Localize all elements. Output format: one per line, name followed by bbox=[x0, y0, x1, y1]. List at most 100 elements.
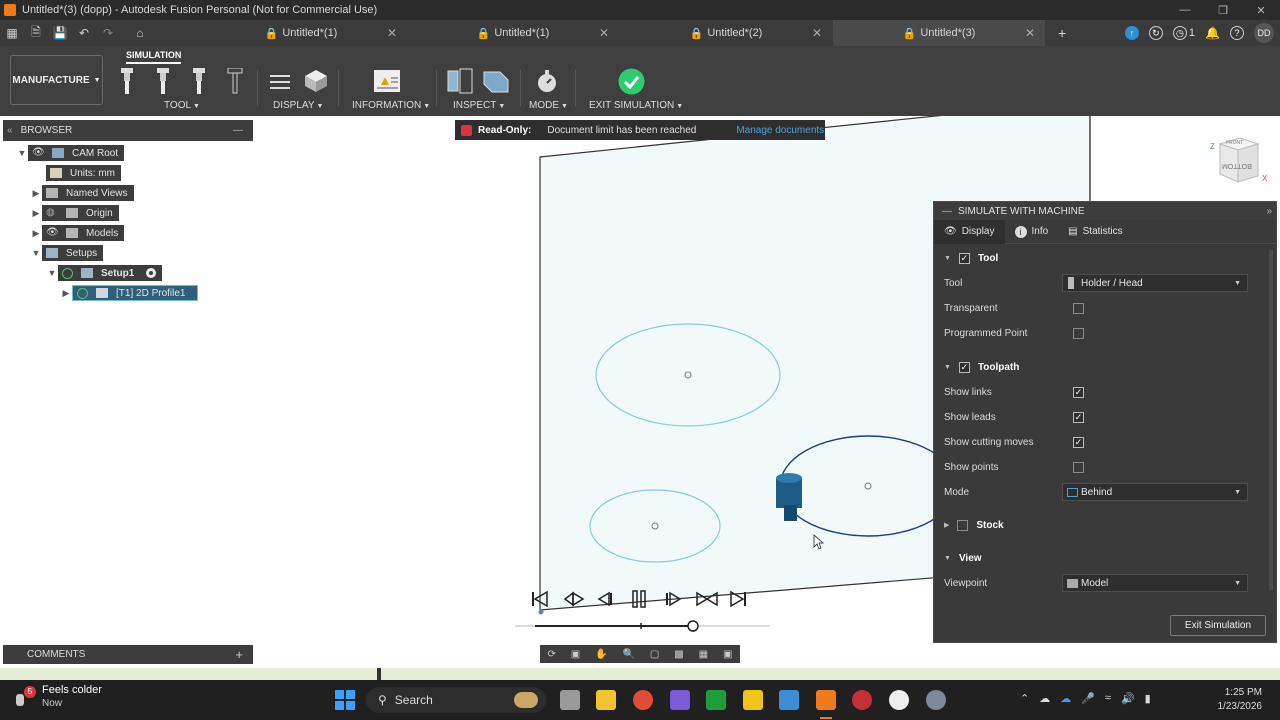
windows-start-icon[interactable] bbox=[335, 690, 355, 710]
pause-icon[interactable] bbox=[632, 590, 646, 608]
sync-icon[interactable]: ↻ bbox=[1148, 26, 1163, 40]
close-icon[interactable]: ✕ bbox=[599, 26, 609, 40]
go-to-start-icon[interactable] bbox=[532, 590, 548, 608]
collapsed-arrow-icon[interactable]: ▶ bbox=[30, 208, 42, 219]
display-lines-icon[interactable] bbox=[268, 70, 292, 94]
tree-item-setups[interactable]: ▼ Setups bbox=[30, 245, 104, 261]
exit-simulation-menu[interactable]: EXIT SIMULATION ▼ bbox=[589, 100, 683, 111]
expand-arrows-icon[interactable]: » bbox=[1266, 206, 1272, 217]
tab-info[interactable]: i Info bbox=[1005, 220, 1059, 244]
extension-icon[interactable]: ↑ bbox=[1124, 26, 1139, 40]
information-menu[interactable]: INFORMATION ▼ bbox=[352, 100, 430, 111]
show-leads-checkbox[interactable]: ✓ bbox=[1073, 411, 1084, 423]
comments-panel[interactable]: COMMENTS + bbox=[3, 645, 253, 664]
eye-icon[interactable]: 👁 bbox=[32, 148, 45, 158]
timeline-slider-handle[interactable] bbox=[687, 620, 699, 632]
tab-simulation[interactable]: SIMULATION bbox=[126, 50, 182, 64]
mode-stopwatch-icon[interactable] bbox=[534, 68, 560, 94]
fusion-taskbar-icon[interactable] bbox=[816, 690, 836, 710]
programmed-point-checkbox[interactable] bbox=[1073, 327, 1084, 339]
eye-hidden-icon[interactable]: ◍ bbox=[46, 208, 58, 218]
tree-item-2d-profile[interactable]: ▶ [T1] 2D Profile1 bbox=[60, 285, 198, 301]
zoom-icon[interactable]: 🔍 bbox=[623, 649, 635, 660]
display-settings-icon[interactable]: ▩ bbox=[674, 649, 683, 660]
tab-display[interactable]: 👁 Display bbox=[934, 219, 1005, 244]
look-at-icon[interactable]: ▣ bbox=[571, 649, 580, 660]
close-icon[interactable]: ✕ bbox=[812, 26, 822, 40]
expanded-arrow-icon[interactable]: ▼ bbox=[16, 148, 28, 158]
app-icon-white[interactable] bbox=[889, 690, 909, 710]
tool-icon[interactable] bbox=[191, 68, 207, 94]
tool-holder-icon[interactable] bbox=[119, 68, 135, 94]
tool-menu[interactable]: TOOL ▼ bbox=[164, 100, 200, 111]
add-comment-plus-icon[interactable]: + bbox=[235, 647, 243, 662]
file-icon[interactable]: 🗎 bbox=[24, 20, 48, 46]
job-status[interactable]: ◷ 1 bbox=[1172, 26, 1195, 40]
collapsed-arrow-icon[interactable]: ▶ bbox=[60, 288, 72, 299]
minimize-panel-icon[interactable]: — bbox=[233, 125, 243, 136]
tab-untitled-2[interactable]: 🔒 Untitled*(2) ✕ bbox=[620, 20, 832, 46]
go-to-end-icon[interactable] bbox=[730, 590, 746, 608]
save-icon[interactable]: 💾 bbox=[48, 20, 72, 46]
tab-statistics[interactable]: ▤ Statistics bbox=[1058, 220, 1132, 244]
inspect-section-icon[interactable] bbox=[447, 68, 473, 94]
step-forward-icon[interactable] bbox=[666, 591, 682, 607]
onedrive-icon[interactable]: ☁ bbox=[1060, 692, 1071, 705]
tree-item-origin[interactable]: ▶ ◍ Origin bbox=[30, 205, 119, 221]
avatar[interactable]: DD bbox=[1254, 23, 1274, 43]
stock-section-header[interactable]: ▶ Stock bbox=[944, 517, 1266, 533]
chrome-icon[interactable] bbox=[633, 690, 653, 710]
close-icon[interactable]: ✕ bbox=[1025, 26, 1035, 40]
simulation-timeline[interactable] bbox=[515, 618, 770, 634]
mode-dropdown[interactable]: Behind ▼ bbox=[1062, 483, 1248, 501]
workspace-switcher-button[interactable]: MANUFACTURE ▼ bbox=[10, 55, 103, 105]
eye-icon[interactable]: 👁 bbox=[46, 228, 59, 238]
chevron-up-icon[interactable]: ⌃ bbox=[1020, 692, 1029, 705]
collapsed-arrow-icon[interactable]: ▶ bbox=[30, 228, 42, 239]
next-operation-icon[interactable] bbox=[696, 591, 718, 607]
toolpath-section-header[interactable]: ▼ ✓ Toolpath bbox=[944, 359, 1266, 375]
viewpoint-dropdown[interactable]: Model ▼ bbox=[1062, 574, 1248, 592]
undo-icon[interactable]: ↶ bbox=[72, 20, 96, 46]
maximize-button[interactable]: ❐ bbox=[1204, 4, 1242, 17]
grid-icon[interactable]: ▦ bbox=[699, 649, 708, 660]
app-icon-red[interactable] bbox=[852, 690, 872, 710]
browser-panel-header[interactable]: « BROWSER — bbox=[3, 120, 253, 141]
tab-untitled-1[interactable]: 🔒 Untitled*(1) ✕ bbox=[195, 20, 407, 46]
tool-section-header[interactable]: ▼ ✓ Tool bbox=[944, 250, 1266, 266]
new-tab-plus-icon[interactable]: + bbox=[1058, 25, 1066, 41]
expanded-arrow-icon[interactable]: ▼ bbox=[30, 248, 42, 258]
close-window-button[interactable]: ✕ bbox=[1242, 4, 1280, 17]
notepad-icon[interactable] bbox=[779, 690, 799, 710]
information-warning-icon[interactable] bbox=[374, 70, 400, 92]
viewcube[interactable]: FRONT BOTTOM Z X bbox=[1208, 134, 1268, 186]
tool-section-checkbox[interactable]: ✓ bbox=[958, 252, 970, 264]
redo-icon[interactable]: ↷ bbox=[96, 20, 120, 46]
sticky-notes-icon[interactable] bbox=[743, 690, 763, 710]
help-icon[interactable]: ? bbox=[1230, 26, 1244, 40]
orbit-icon[interactable]: ⟳ bbox=[547, 649, 555, 660]
show-points-checkbox[interactable] bbox=[1073, 461, 1084, 473]
show-cutting-moves-checkbox[interactable]: ✓ bbox=[1073, 436, 1084, 448]
collapsed-arrow-icon[interactable]: ▶ bbox=[30, 188, 42, 199]
stock-box-icon[interactable] bbox=[303, 68, 329, 94]
step-back-icon[interactable] bbox=[597, 591, 612, 607]
photos-app-icon[interactable] bbox=[670, 690, 690, 710]
inspect-menu[interactable]: INSPECT ▼ bbox=[453, 100, 505, 111]
exit-check-icon[interactable] bbox=[618, 68, 645, 95]
taskbar-search[interactable]: ⚲ Search bbox=[366, 687, 546, 713]
collapse-icon[interactable]: — bbox=[942, 206, 952, 217]
tree-item-models[interactable]: ▶ 👁 Models bbox=[30, 225, 125, 241]
weather-widget[interactable]: 5 Feels colder Now bbox=[14, 684, 102, 710]
tool-icon[interactable] bbox=[155, 68, 171, 94]
settings-gear-icon[interactable] bbox=[926, 690, 946, 710]
simulate-panel-header[interactable]: — SIMULATE WITH MACHINE » bbox=[934, 202, 1276, 220]
volume-icon[interactable]: 🔊 bbox=[1121, 692, 1135, 705]
close-icon[interactable]: ✕ bbox=[387, 26, 397, 40]
toolpath-section-checkbox[interactable]: ✓ bbox=[958, 361, 970, 373]
grid-menu-icon[interactable]: ▦ bbox=[0, 20, 24, 46]
active-setup-icon[interactable] bbox=[146, 268, 157, 278]
minimize-button[interactable]: — bbox=[1166, 4, 1204, 17]
stock-section-checkbox[interactable] bbox=[957, 519, 969, 531]
tab-untitled-1b[interactable]: 🔒 Untitled*(1) ✕ bbox=[407, 20, 619, 46]
